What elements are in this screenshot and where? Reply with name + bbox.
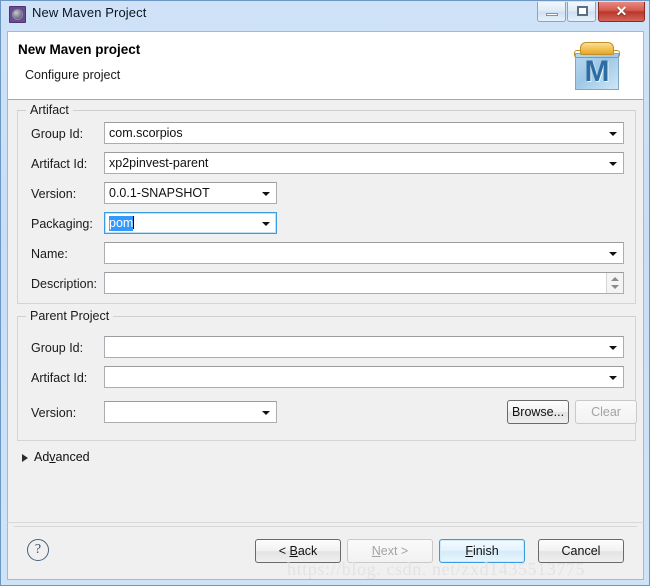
artifact-packaging-label: Packaging:	[31, 217, 93, 231]
next-label-mnemonic: N	[371, 544, 381, 558]
artifact-group-legend: Artifact	[26, 103, 73, 117]
browse-button[interactable]: Browse...	[507, 400, 569, 424]
parent-version-input[interactable]	[104, 401, 277, 423]
parent-group-id-input[interactable]	[104, 336, 624, 358]
chevron-down-icon	[609, 346, 617, 350]
button-bar-separator	[14, 526, 637, 527]
advanced-label-pre: Ad	[34, 450, 50, 464]
title-bar[interactable]: New Maven Project ✕	[1, 1, 649, 29]
dialog-button-bar: ? < Back Next > Finish Cancel	[7, 522, 644, 580]
parent-version-label: Version:	[31, 406, 77, 420]
artifact-artifact-id-label: Artifact Id:	[31, 157, 88, 171]
chevron-down-icon	[609, 162, 617, 166]
artifact-group-id-input[interactable]: com.scorpios	[104, 122, 624, 144]
finish-label-post: inish	[472, 544, 499, 558]
artifact-packaging-value: pom	[109, 216, 134, 231]
maven-icon-letter: M	[584, 55, 610, 88]
maximize-button[interactable]	[567, 2, 596, 22]
artifact-description-label: Description:	[31, 277, 97, 291]
chevron-down-icon	[609, 132, 617, 136]
maven-wizard-icon	[9, 6, 26, 23]
finish-label-mnemonic: F	[465, 544, 473, 558]
banner-subtitle: Configure project	[25, 68, 121, 82]
chevron-down-icon	[609, 376, 617, 380]
scroll-up-icon[interactable]	[611, 277, 619, 281]
advanced-label-post: anced	[55, 450, 90, 464]
back-button[interactable]: < Back	[255, 539, 341, 563]
close-icon: ✕	[615, 3, 628, 19]
wizard-banner: New Maven project Configure project M	[7, 31, 644, 100]
wizard-content: Artifact Group Id: com.scorpios Artifact…	[7, 100, 644, 522]
back-label-mnemonic: B	[289, 544, 298, 558]
artifact-artifact-id-value: xp2pinvest-parent	[109, 156, 209, 170]
artifact-group-id-value: com.scorpios	[109, 126, 183, 140]
new-maven-project-dialog: New Maven Project ✕ New Maven project Co…	[0, 0, 650, 586]
artifact-name-input[interactable]	[104, 242, 624, 264]
chevron-right-icon	[22, 454, 28, 462]
maven-folder-icon: M	[571, 39, 625, 93]
parent-group-id-label: Group Id:	[31, 341, 84, 355]
description-scrollbar[interactable]	[606, 273, 623, 293]
scroll-down-icon[interactable]	[611, 285, 619, 289]
back-label-pre: <	[278, 544, 290, 558]
back-label-post: ack	[297, 544, 318, 558]
cancel-button[interactable]: Cancel	[538, 539, 624, 563]
next-button: Next >	[347, 539, 433, 563]
artifact-artifact-id-input[interactable]: xp2pinvest-parent	[104, 152, 624, 174]
parent-project-group: Parent Project Group Id: Artifact Id: Ve…	[17, 309, 637, 441]
minimize-button[interactable]	[537, 2, 566, 22]
chevron-down-icon	[609, 252, 617, 256]
artifact-description-input[interactable]	[104, 272, 624, 294]
chevron-down-icon	[262, 411, 270, 415]
banner-title: New Maven project	[18, 42, 141, 57]
window-title: New Maven Project	[32, 5, 147, 20]
artifact-packaging-input[interactable]: pom	[104, 212, 277, 234]
artifact-group: Artifact Group Id: com.scorpios Artifact…	[17, 103, 636, 304]
help-icon[interactable]: ?	[27, 539, 49, 561]
chevron-down-icon	[262, 192, 270, 196]
parent-artifact-id-input[interactable]	[104, 366, 624, 388]
artifact-version-value: 0.0.1-SNAPSHOT	[109, 186, 210, 200]
artifact-group-id-label: Group Id:	[31, 127, 84, 141]
close-button[interactable]: ✕	[598, 2, 645, 22]
parent-project-group-legend: Parent Project	[26, 309, 114, 323]
artifact-version-label: Version:	[31, 187, 77, 201]
parent-artifact-id-label: Artifact Id:	[31, 371, 88, 385]
chevron-down-icon	[262, 222, 270, 226]
clear-button: Clear	[575, 400, 637, 424]
finish-button[interactable]: Finish	[439, 539, 525, 563]
artifact-name-label: Name:	[31, 247, 68, 261]
advanced-expander[interactable]: Advanced	[22, 450, 90, 464]
next-label-post: ext >	[380, 544, 409, 558]
artifact-version-input[interactable]: 0.0.1-SNAPSHOT	[104, 182, 277, 204]
